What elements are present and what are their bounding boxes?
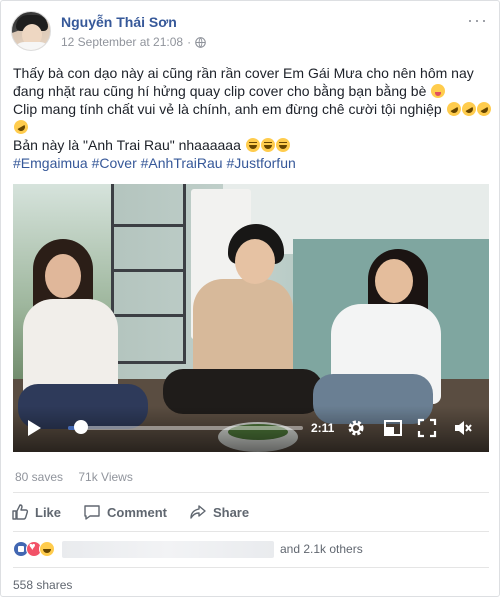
post-text: Thấy bà con dạo này ai cũng rần rần cove… — [11, 64, 494, 172]
video-player[interactable]: 2:11 — [13, 184, 489, 452]
laughing-emoji-icon — [275, 138, 290, 152]
comment-button[interactable]: Comment — [83, 501, 167, 523]
laughing-emoji-icon — [260, 138, 275, 152]
thumbs-up-icon — [12, 504, 29, 520]
play-icon[interactable] — [28, 420, 41, 436]
timestamp[interactable]: 12 September at 21:08 — [61, 35, 183, 49]
laughing-emoji-icon — [245, 138, 260, 152]
tongue-emoji-icon — [431, 84, 446, 98]
progress-handle[interactable] — [74, 420, 88, 434]
shares-count[interactable]: 558 shares — [13, 578, 72, 592]
post-card: Nguyễn Thái Sơn 12 September at 21:08 · … — [0, 0, 500, 597]
haha-reaction-icon — [39, 541, 55, 557]
post-header: Nguyễn Thái Sơn 12 September at 21:08 · … — [11, 11, 491, 53]
hashtag-link[interactable]: #AnhTraiRau — [141, 155, 223, 171]
gear-icon[interactable] — [346, 418, 366, 438]
post-text-line: Clip mang tính chất vui vẻ là chính, anh… — [11, 99, 494, 137]
like-button[interactable]: Like — [11, 501, 61, 523]
avatar[interactable] — [11, 11, 51, 51]
views-count: 71k Views — [78, 470, 133, 484]
rofl-emoji-icon — [474, 99, 494, 119]
share-icon — [190, 505, 206, 519]
like-label: Like — [35, 504, 62, 520]
rofl-emoji-icon — [444, 99, 464, 119]
video-time: 2:11 — [311, 421, 335, 435]
meta-separator: · — [187, 35, 192, 49]
hashtag-link[interactable]: #Justforfun — [227, 155, 296, 171]
pip-icon[interactable] — [383, 418, 403, 438]
mute-icon[interactable] — [453, 418, 473, 438]
divider — [13, 567, 489, 568]
rofl-emoji-icon — [11, 117, 31, 137]
hashtag-link[interactable]: #Cover — [92, 155, 137, 171]
saves-count[interactable]: 80 saves — [15, 470, 63, 484]
reactions-summary[interactable]: and 2.1k others — [13, 540, 363, 558]
video-stats: 80 saves 71k Views — [15, 470, 145, 484]
post-text-line: Bản này là "Anh Trai Rau" nhaaaaaa — [13, 136, 491, 154]
reactions-count[interactable]: and 2.1k others — [280, 542, 363, 556]
share-label: Share — [212, 504, 250, 520]
video-progress-bar[interactable] — [68, 426, 303, 430]
comment-icon — [84, 505, 100, 520]
fullscreen-icon[interactable] — [417, 418, 437, 438]
reactor-names-redacted — [62, 540, 274, 558]
divider — [13, 531, 489, 532]
hashtags: #Emgaimua #Cover #AnhTraiRau #Justforfun — [13, 154, 491, 172]
hashtag-link[interactable]: #Emgaimua — [13, 155, 88, 171]
post-text-line: Thấy bà con dạo này ai cũng rần rần cove… — [13, 65, 474, 99]
globe-icon[interactable] — [195, 36, 206, 48]
post-meta: 12 September at 21:08 · — [61, 35, 206, 49]
more-options-icon[interactable]: ··· — [467, 11, 487, 33]
comment-label: Comment — [107, 504, 167, 520]
action-bar: Like Comment Share — [11, 501, 249, 523]
author-name[interactable]: Nguyễn Thái Sơn — [61, 14, 177, 30]
share-button[interactable]: Share — [189, 501, 249, 523]
rofl-emoji-icon — [459, 99, 479, 119]
divider — [13, 492, 489, 493]
